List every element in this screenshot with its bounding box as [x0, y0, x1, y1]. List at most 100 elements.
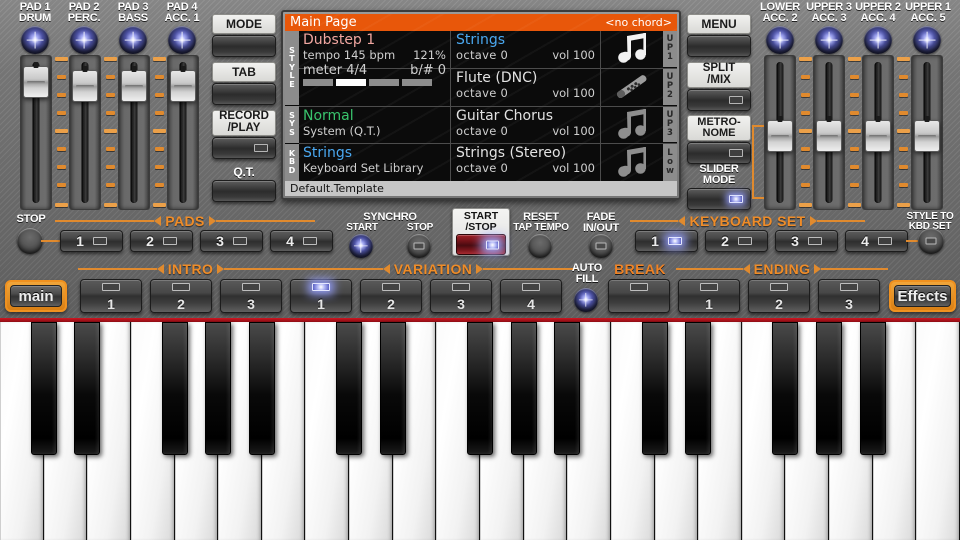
- white-key[interactable]: [916, 322, 960, 540]
- intro-button-2[interactable]: 2: [150, 279, 212, 313]
- slider-mode-button[interactable]: [687, 188, 751, 210]
- fader-slot-4[interactable]: [167, 55, 199, 210]
- black-key[interactable]: [772, 322, 798, 455]
- pad3-knob[interactable]: [119, 26, 147, 54]
- piano-keys[interactable]: [0, 322, 960, 540]
- black-key[interactable]: [816, 322, 842, 455]
- black-key[interactable]: [31, 322, 57, 455]
- fader-cap-6[interactable]: [816, 120, 842, 152]
- pad-button-1[interactable]: 1: [60, 230, 123, 252]
- part-selector-up2[interactable]: UP2: [663, 69, 677, 106]
- stop-button[interactable]: [17, 228, 43, 254]
- metronome-button[interactable]: [687, 142, 751, 164]
- lcd-display[interactable]: Main Page <no chord> STYLE SYS KBD: [281, 10, 681, 200]
- black-key[interactable]: [74, 322, 100, 455]
- ending-button-3[interactable]: 3: [818, 279, 880, 313]
- keyboard-set-button-1[interactable]: 1: [635, 230, 698, 252]
- pad-button-3[interactable]: 3: [200, 230, 263, 252]
- piano-keyboard[interactable]: [0, 318, 960, 540]
- break-button[interactable]: [608, 279, 670, 313]
- variation-button-2[interactable]: 2: [360, 279, 422, 313]
- fade-in-out-button[interactable]: [589, 234, 613, 258]
- black-key[interactable]: [642, 322, 668, 455]
- part-selector-up3[interactable]: UP3: [663, 107, 677, 144]
- fader-slot-5[interactable]: [764, 55, 796, 210]
- black-key[interactable]: [336, 322, 362, 455]
- black-key[interactable]: [205, 322, 231, 455]
- pad-button-2[interactable]: 2: [130, 230, 193, 252]
- side-tab-sys[interactable]: SYS: [285, 106, 299, 144]
- black-key[interactable]: [380, 322, 406, 455]
- split-mix-button[interactable]: [687, 89, 751, 111]
- pad-button-4[interactable]: 4: [270, 230, 333, 252]
- qt-button[interactable]: [212, 180, 276, 202]
- record-play-button[interactable]: [212, 137, 276, 159]
- fader-slot-6[interactable]: [813, 55, 845, 210]
- start-stop-button[interactable]: [456, 234, 506, 255]
- lcd-kbd-cell[interactable]: Strings Keyboard Set Library: [299, 144, 451, 181]
- part-selector-up1[interactable]: UP1: [663, 31, 677, 68]
- fader-cap-2[interactable]: [72, 70, 98, 102]
- black-key[interactable]: [162, 322, 188, 455]
- lcd-part-low[interactable]: Strings (Stereo) octave 0 vol 100: [451, 144, 601, 181]
- reset-tap-tempo-button[interactable]: [528, 234, 552, 258]
- mode-button[interactable]: [212, 35, 276, 57]
- lower-acc2-knob[interactable]: [766, 26, 794, 54]
- black-key[interactable]: [685, 322, 711, 455]
- ending-button-2[interactable]: 2: [748, 279, 810, 313]
- pad4-knob[interactable]: [168, 26, 196, 54]
- upper3-acc3-knob[interactable]: [815, 26, 843, 54]
- lcd-part-up3[interactable]: Guitar Chorus octave 0 vol 100: [451, 107, 601, 144]
- ending-button-1[interactable]: 1: [678, 279, 740, 313]
- variation-button-3[interactable]: 3: [430, 279, 492, 313]
- start-stop-control[interactable]: START /STOP: [452, 208, 510, 256]
- lcd-row-up2[interactable]: Flute (DNC) octave 0 vol 100: [299, 69, 677, 107]
- keyboard-set-button-4[interactable]: 4: [845, 230, 908, 252]
- lcd-part-up1[interactable]: Strings octave 0 vol 100: [451, 31, 601, 68]
- auto-fill-button[interactable]: [574, 288, 598, 312]
- fader-slot-1[interactable]: [20, 55, 52, 210]
- keyboard-set-button-3[interactable]: 3: [775, 230, 838, 252]
- lcd-sys-cell[interactable]: Normal System (Q.T.): [299, 107, 451, 144]
- lcd-row-style[interactable]: Dubstep 1 tempo 145 bpm 121% meter 4/4 b…: [299, 31, 677, 69]
- synchro-stop-button[interactable]: [407, 234, 431, 258]
- black-key[interactable]: [249, 322, 275, 455]
- menu-button[interactable]: [687, 35, 751, 57]
- fader-cap-5[interactable]: [767, 120, 793, 152]
- lcd-row-sys[interactable]: Normal System (Q.T.) Guitar Chorus octav…: [299, 107, 677, 145]
- side-tab-style[interactable]: STYLE: [285, 31, 299, 106]
- pad1-knob[interactable]: [21, 26, 49, 54]
- black-key[interactable]: [511, 322, 537, 455]
- fader-cap-1[interactable]: [23, 66, 49, 98]
- fader-cap-4[interactable]: [170, 70, 196, 102]
- fader-cap-7[interactable]: [865, 120, 891, 152]
- fader-cap-3[interactable]: [121, 70, 147, 102]
- intro-button-1[interactable]: 1: [80, 279, 142, 313]
- keyboard-set-button-2[interactable]: 2: [705, 230, 768, 252]
- style-to-kbd-set-button[interactable]: [918, 228, 944, 254]
- lcd-row-kbd[interactable]: Strings Keyboard Set Library Strings (St…: [299, 144, 677, 181]
- part-selector-low[interactable]: Low: [663, 144, 677, 181]
- lcd-part-up2[interactable]: Flute (DNC) octave 0 vol 100: [451, 69, 601, 106]
- fader-slot-7[interactable]: [862, 55, 894, 210]
- synchro-start-button[interactable]: [349, 234, 373, 258]
- upper1-acc5-knob[interactable]: [913, 26, 941, 54]
- pad2-knob[interactable]: [70, 26, 98, 54]
- main-button[interactable]: main: [5, 280, 67, 312]
- fader-slot-8[interactable]: [911, 55, 943, 210]
- black-key[interactable]: [467, 322, 493, 455]
- black-key[interactable]: [554, 322, 580, 455]
- lcd-style-cell[interactable]: Dubstep 1 tempo 145 bpm 121% meter 4/4 b…: [299, 31, 451, 68]
- variation-1-number: 1: [317, 298, 325, 311]
- upper2-acc4-knob[interactable]: [864, 26, 892, 54]
- variation-button-1[interactable]: 1: [290, 279, 352, 313]
- variation-button-4[interactable]: 4: [500, 279, 562, 313]
- fader-cap-8[interactable]: [914, 120, 940, 152]
- intro-button-3[interactable]: 3: [220, 279, 282, 313]
- tab-button[interactable]: [212, 83, 276, 105]
- side-tab-kbd[interactable]: KBD: [285, 144, 299, 181]
- fader-slot-2[interactable]: [69, 55, 101, 210]
- black-key[interactable]: [860, 322, 886, 455]
- fader-slot-3[interactable]: [118, 55, 150, 210]
- effects-button[interactable]: Effects: [889, 280, 956, 312]
